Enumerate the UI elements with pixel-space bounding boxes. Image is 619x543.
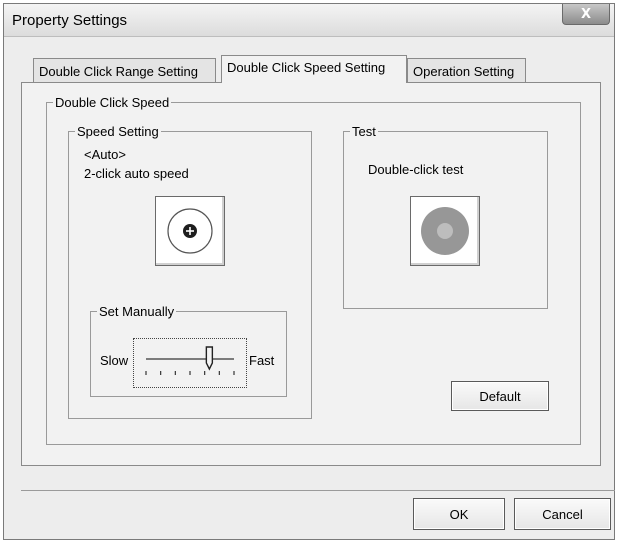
separator xyxy=(21,490,615,491)
double-click-speed-label: Double Click Speed xyxy=(55,95,170,110)
speed-slider[interactable] xyxy=(133,338,247,388)
window-title: Property Settings xyxy=(12,12,128,29)
slider-thumb[interactable] xyxy=(205,346,214,371)
test-description-text: Double-click test xyxy=(368,162,464,177)
speed-indicator-box xyxy=(155,196,225,266)
slow-label: Slow xyxy=(100,353,129,368)
test-label: Test xyxy=(352,124,376,139)
tab-double-click-speed[interactable]: Double Click Speed Setting xyxy=(221,55,407,83)
double-click-test-area[interactable] xyxy=(410,196,480,266)
tab-operation-setting[interactable]: Operation Setting xyxy=(407,58,526,82)
ok-button[interactable]: OK xyxy=(413,498,505,530)
speed-mode-text: <Auto> xyxy=(84,147,126,162)
close-button[interactable]: X xyxy=(562,4,610,25)
test-disc-icon xyxy=(421,207,469,255)
tab-double-click-range[interactable]: Double Click Range Setting xyxy=(33,58,216,82)
set-manually-label: Set Manually xyxy=(99,304,175,319)
speed-description-text: 2-click auto speed xyxy=(84,166,189,181)
speed-setting-label: Speed Setting xyxy=(77,124,159,139)
title-bar: Property Settings X xyxy=(4,4,614,37)
close-icon: X xyxy=(580,6,592,22)
target-icon xyxy=(167,208,213,254)
default-button[interactable]: Default xyxy=(451,381,549,411)
cancel-button[interactable]: Cancel xyxy=(514,498,611,530)
fast-label: Fast xyxy=(249,353,275,368)
